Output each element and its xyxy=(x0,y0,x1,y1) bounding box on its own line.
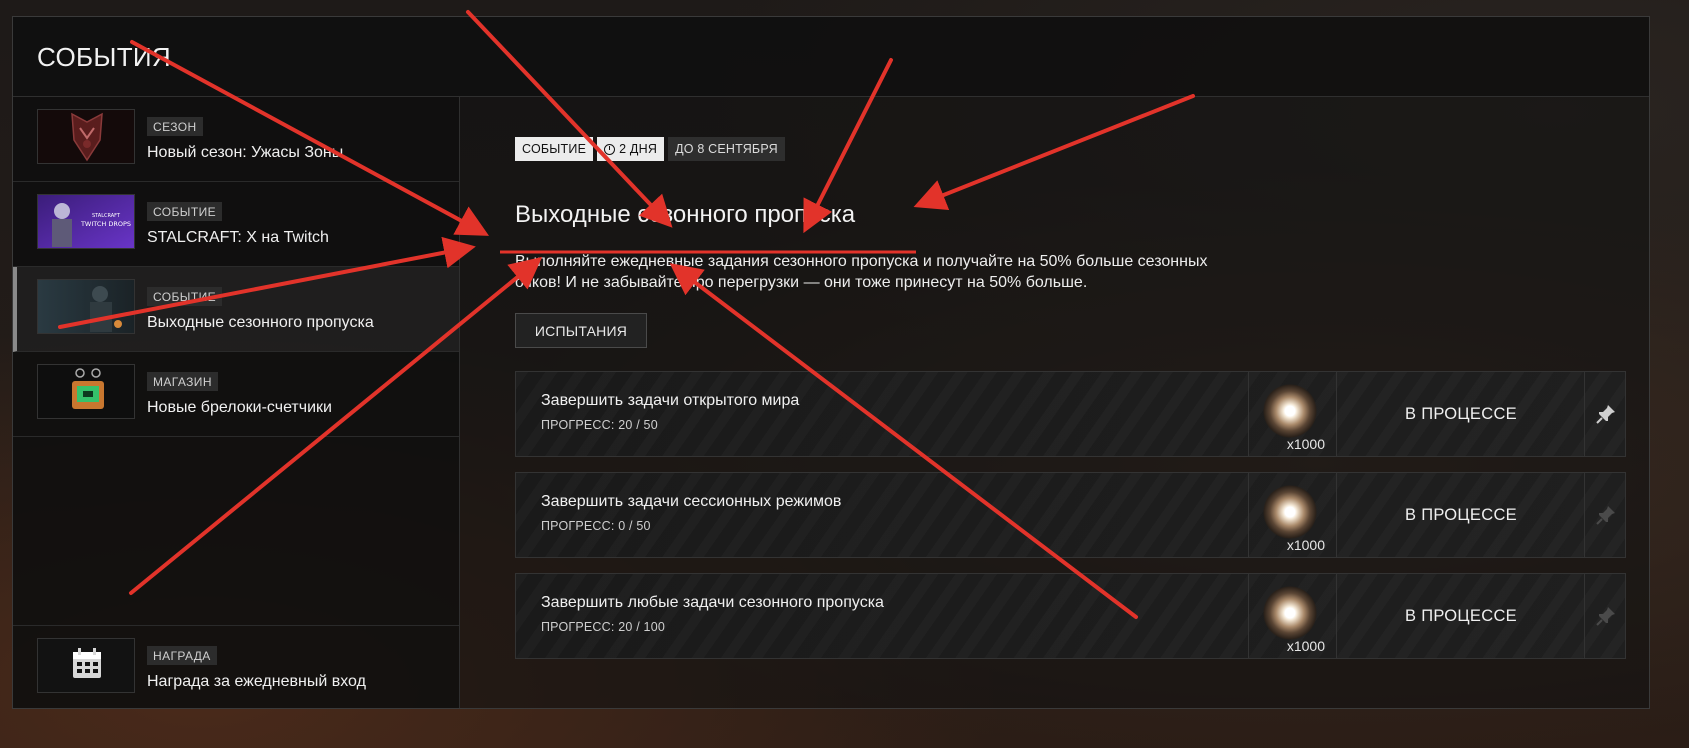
task-progress: ПРОГРЕСС: 20 / 50 xyxy=(541,418,658,432)
pin-icon xyxy=(1595,405,1615,424)
task-status: В ПРОЦЕССЕ xyxy=(1336,473,1585,557)
sidebar-item-keychains[interactable]: МАГАЗИН Новые брелоки-счетчики xyxy=(13,352,459,437)
task-row: Завершить задачи сессионных режимов ПРОГ… xyxy=(515,472,1626,558)
reward-cell: x1000 xyxy=(1248,574,1337,658)
task-status: В ПРОЦЕССЕ xyxy=(1336,574,1585,658)
season-points-orb-icon xyxy=(1263,586,1317,640)
sidebar-item-twitch[interactable]: STALCRAFT TWITCH DROPS СОБЫТИЕ STALCRAFT… xyxy=(13,182,459,267)
task-progress: ПРОГРЕСС: 0 / 50 xyxy=(541,519,651,533)
events-window: СОБЫТИЯ СЕЗОН Новый сезон: Ужасы Зоны ST… xyxy=(12,16,1650,709)
category-badge: СЕЗОН xyxy=(147,117,203,136)
sidebar-item-label: STALCRAFT: X на Twitch xyxy=(147,229,329,246)
pin-icon xyxy=(1595,607,1615,626)
category-badge: НАГРАДА xyxy=(147,646,217,665)
sidebar-item-daily-reward[interactable]: НАГРАДА Награда за ежедневный вход xyxy=(13,625,459,710)
reward-cell: x1000 xyxy=(1248,372,1337,456)
twitch-drops-thumbnail: STALCRAFT TWITCH DROPS xyxy=(37,194,135,249)
sidebar-item-label: Награда за ежедневный вход xyxy=(147,673,366,690)
reward-count: x1000 xyxy=(1286,537,1325,553)
header: СОБЫТИЯ xyxy=(13,17,1649,97)
pin-icon xyxy=(1595,506,1615,525)
events-sidebar: СЕЗОН Новый сезон: Ужасы Зоны STALCRAFT … xyxy=(13,97,460,708)
clock-icon xyxy=(604,144,616,155)
calendar-icon xyxy=(37,638,135,693)
stalker-thumbnail xyxy=(37,279,135,334)
event-type-tag: СОБЫТИЕ xyxy=(515,137,594,161)
challenges-button[interactable]: ИСПЫТАНИЯ xyxy=(515,313,647,348)
reward-count: x1000 xyxy=(1286,436,1325,452)
end-date-tag: ДО 8 СЕНТЯБРЯ xyxy=(668,137,785,161)
category-badge: СОБЫТИЕ xyxy=(147,287,222,306)
event-tags: СОБЫТИЕ 2 ДНЯ ДО 8 СЕНТЯБРЯ xyxy=(515,137,785,161)
pin-button[interactable] xyxy=(1584,372,1626,456)
reward-count: x1000 xyxy=(1286,638,1325,654)
keychain-thumbnail xyxy=(37,364,135,419)
svg-text:TWITCH DROPS: TWITCH DROPS xyxy=(80,220,131,228)
page-title: СОБЫТИЯ xyxy=(37,42,171,72)
season-emblem-thumbnail xyxy=(37,109,135,164)
category-badge: СОБЫТИЕ xyxy=(147,202,222,221)
svg-text:STALCRAFT: STALCRAFT xyxy=(92,213,121,219)
task-name: Завершить задачи открытого мира xyxy=(541,392,800,409)
event-description: Выполняйте ежедневные задания сезонного … xyxy=(515,253,1208,291)
task-row: Завершить любые задачи сезонного пропуск… xyxy=(515,573,1626,659)
pin-button[interactable] xyxy=(1584,473,1626,557)
duration-tag: 2 ДНЯ xyxy=(597,137,665,161)
season-points-orb-icon xyxy=(1263,485,1317,539)
sidebar-item-season-pass-weekend[interactable]: СОБЫТИЕ Выходные сезонного пропуска xyxy=(13,267,459,352)
event-details: СОБЫТИЕ 2 ДНЯ ДО 8 СЕНТЯБРЯ Выходные сез… xyxy=(473,97,1649,708)
season-points-orb-icon xyxy=(1263,384,1317,438)
task-name: Завершить задачи сессионных режимов xyxy=(541,493,842,510)
sidebar-item-label: Новый сезон: Ужасы Зоны xyxy=(147,144,344,161)
pin-button[interactable] xyxy=(1584,574,1626,658)
event-title: Выходные сезонного пропуска xyxy=(515,201,856,228)
sidebar-item-label: Новые брелоки-счетчики xyxy=(147,399,332,416)
task-row: Завершить задачи открытого мира ПРОГРЕСС… xyxy=(515,371,1626,457)
task-progress: ПРОГРЕСС: 20 / 100 xyxy=(541,620,665,634)
sidebar-item-new-season[interactable]: СЕЗОН Новый сезон: Ужасы Зоны xyxy=(13,97,459,182)
category-badge: МАГАЗИН xyxy=(147,372,218,391)
task-status: В ПРОЦЕССЕ xyxy=(1336,372,1585,456)
task-name: Завершить любые задачи сезонного пропуск… xyxy=(541,594,884,611)
reward-cell: x1000 xyxy=(1248,473,1337,557)
sidebar-item-label: Выходные сезонного пропуска xyxy=(147,314,374,331)
